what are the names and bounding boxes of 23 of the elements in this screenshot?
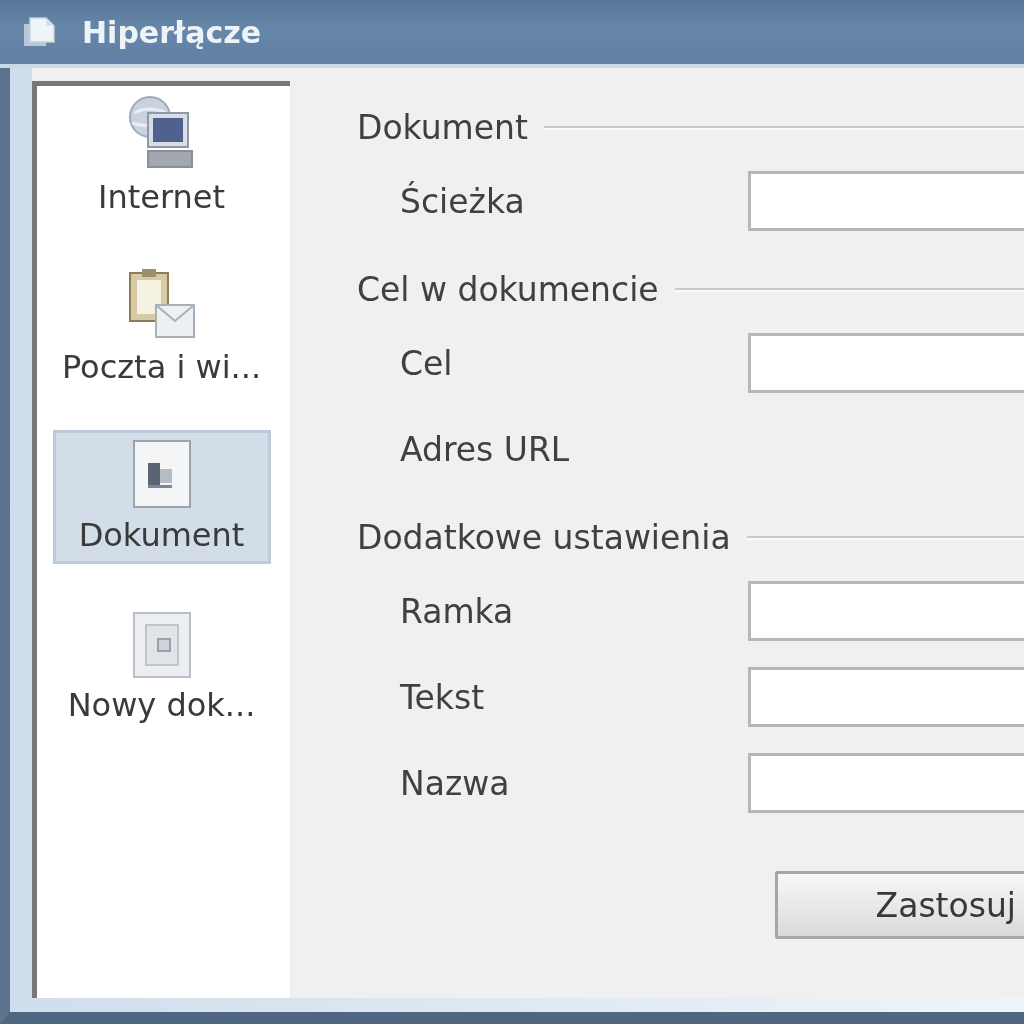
section-heading: Dokument [357,107,528,147]
window-title: Hiperłącze [82,14,261,50]
apply-button[interactable]: Zastosuj [775,871,1024,939]
page-icon [22,16,56,48]
document-icon [131,439,192,509]
section-heading: Cel w dokumencie [357,269,659,309]
field-label: Cel [400,343,454,383]
input-field[interactable] [748,333,1024,393]
page-icon [131,611,192,679]
sidebar-item[interactable]: Internet [52,86,271,220]
field-label: Adres URL [400,429,571,469]
section-heading: Dodatkowe ustawienia [357,517,731,557]
field-label: Ścieżka [400,181,526,221]
sidebar-item[interactable]: Poczta i wi... [52,258,271,392]
field-label: Tekst [400,677,486,717]
input-field[interactable] [748,667,1024,727]
sidebar-item[interactable]: Nowy dok... [52,602,271,736]
sidebar-item[interactable]: Dokument [52,430,271,564]
field-label: Nazwa [400,763,511,803]
field-label: Ramka [400,591,515,631]
input-field[interactable] [748,171,1024,231]
input-field[interactable] [748,753,1024,813]
input-field[interactable] [748,581,1024,641]
